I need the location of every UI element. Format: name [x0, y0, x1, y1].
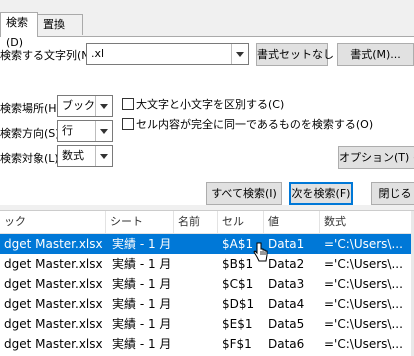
name-cell: [178, 254, 218, 274]
sheet-cell: 実績 - 1 月: [112, 317, 172, 331]
value-cell: Data1: [268, 237, 305, 251]
within-label: 検索場所(H):: [0, 102, 65, 115]
tab-replace[interactable]: 置換(P): [37, 14, 83, 51]
formula-cell: ='C:\Users\...: [324, 317, 403, 331]
name-cell: [178, 294, 218, 314]
search-direction-dropdown-icon[interactable]: [95, 121, 112, 141]
search-direction-value: 行: [62, 124, 73, 137]
table-row[interactable]: dget Master.xlsx 実績 - 1 月 $D$1 Data4 ='C:\Us…: [0, 294, 414, 314]
formula-cell: ='C:\Users\...: [324, 337, 403, 351]
find-options-panel: 検索する文字列(N): .xl 書式セットなし 書式(M)... 検索場所(H)…: [0, 36, 414, 205]
tab-strip: 検索(D) 置換(P): [0, 0, 414, 51]
value-cell: Data3: [268, 277, 305, 291]
sheet-cell: 実績 - 1 月: [112, 297, 172, 311]
format-button[interactable]: 書式(M)...: [337, 43, 414, 66]
formula-cell: ='C:\Users\...: [324, 277, 403, 291]
name-cell: [178, 314, 218, 334]
cell-address-cell: $D$1: [222, 297, 255, 311]
value-cell: Data6: [268, 337, 305, 351]
look-in-value: 数式: [62, 149, 84, 162]
search-direction-select[interactable]: 行: [57, 120, 113, 142]
column-header-book[interactable]: ック: [0, 211, 106, 233]
match-case-label[interactable]: 大文字と小文字を区別する(C): [136, 96, 284, 112]
results-list[interactable]: ック シート 名前 セル 値 数式 dget Master.xlsx 実績 - 1…: [0, 210, 414, 356]
column-header-name[interactable]: 名前: [174, 211, 218, 233]
value-cell: Data4: [268, 297, 305, 311]
options-toggle-button[interactable]: オプション(T) <<: [338, 146, 414, 169]
close-button[interactable]: 閉じる: [371, 182, 414, 205]
formula-cell: ='C:\Users\...: [324, 257, 403, 271]
cell-address-cell: $E$1: [222, 317, 253, 331]
column-header-sheet[interactable]: シート: [106, 211, 174, 233]
search-history-dropdown-icon[interactable]: [231, 44, 248, 64]
sheet-cell: 実績 - 1 月: [112, 337, 172, 351]
cell-address-cell: $F$1: [222, 337, 252, 351]
name-cell: [178, 234, 218, 254]
table-row[interactable]: dget Master.xlsx 実績 - 1 月 $E$1 Data5 ='C:\Us…: [0, 314, 414, 334]
column-header-cell[interactable]: セル: [218, 211, 264, 233]
table-row[interactable]: dget Master.xlsx 実績 - 1 月 $C$1 Data3 ='C:\Us…: [0, 274, 414, 294]
look-in-label: 検索対象(L):: [0, 152, 63, 165]
cell-address-cell: $C$1: [222, 277, 254, 291]
table-row[interactable]: dget Master.xlsx 実績 - 1 月 $F$1 Data6 ='C:\Us…: [0, 334, 414, 354]
sheet-cell: 実績 - 1 月: [112, 277, 172, 291]
look-in-dropdown-icon[interactable]: [95, 146, 112, 166]
value-cell: Data5: [268, 317, 305, 331]
table-row[interactable]: dget Master.xlsx 実績 - 1 月 $A$1 Data1 ='C:\Us…: [0, 234, 414, 254]
book-cell: dget Master.xlsx: [4, 317, 103, 331]
sheet-cell: 実績 - 1 月: [112, 237, 172, 251]
column-header-formula[interactable]: 数式: [320, 211, 414, 233]
match-case-checkbox[interactable]: [122, 98, 134, 110]
value-cell: Data2: [268, 257, 305, 271]
book-cell: dget Master.xlsx: [4, 257, 103, 271]
book-cell: dget Master.xlsx: [4, 297, 103, 311]
name-cell: [178, 274, 218, 294]
within-dropdown-icon[interactable]: [95, 96, 112, 116]
search-direction-label: 検索方向(S):: [0, 127, 64, 140]
formula-cell: ='C:\Users\...: [324, 237, 403, 251]
book-cell: dget Master.xlsx: [4, 237, 103, 251]
match-entire-cell-checkbox[interactable]: [122, 118, 134, 130]
no-format-set-button[interactable]: 書式セットなし: [256, 43, 334, 66]
find-all-button[interactable]: すべて検索(I): [206, 182, 282, 205]
formula-cell: ='C:\Users\...: [324, 297, 403, 311]
book-cell: dget Master.xlsx: [4, 337, 103, 351]
results-header: ック シート 名前 セル 値 数式: [0, 211, 414, 234]
match-entire-cell-label[interactable]: セル内容が完全に同一であるものを検索する(O): [136, 116, 373, 132]
column-header-value[interactable]: 値: [264, 211, 320, 233]
within-select[interactable]: ブック: [57, 95, 113, 117]
book-cell: dget Master.xlsx: [4, 277, 103, 291]
name-cell: [178, 334, 218, 354]
sheet-cell: 実績 - 1 月: [112, 257, 172, 271]
find-next-button[interactable]: 次を検索(F): [289, 182, 353, 205]
search-input[interactable]: .xl: [86, 43, 249, 65]
table-row[interactable]: dget Master.xlsx 実績 - 1 月 $B$1 Data2 ='C:\Us…: [0, 254, 414, 274]
tab-find[interactable]: 検索(D): [0, 12, 38, 49]
look-in-select[interactable]: 数式: [57, 145, 113, 167]
search-input-value: .xl: [91, 47, 105, 60]
within-value: ブック: [62, 99, 95, 112]
hand-cursor-icon: [253, 242, 268, 262]
